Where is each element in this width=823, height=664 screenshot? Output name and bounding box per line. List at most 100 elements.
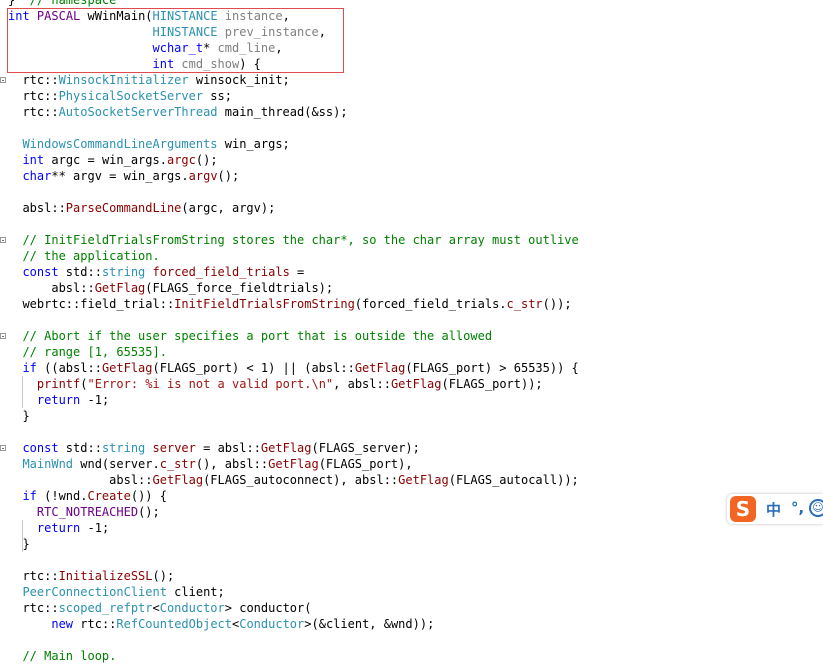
code-token: argv [188, 169, 218, 183]
code-line: rtc::WinsockInitializer winsock_init; [8, 72, 289, 88]
code-token: // namespace [29, 0, 117, 7]
code-line: const std::string server = absl::GetFlag… [8, 440, 420, 456]
code-token: rtc:: [8, 105, 59, 119]
code-token: const [22, 265, 59, 279]
code-line: absl::ParseCommandLine(argc, argv); [8, 200, 275, 216]
code-token: InitFieldTrialsFromString [174, 297, 355, 311]
code-token: prev_instance [224, 25, 319, 39]
code-token: (FLAGS_server); [311, 441, 420, 455]
code-token: rtc:: [8, 601, 59, 615]
code-line: rtc::scoped_refptr<Conductor> conductor( [8, 600, 311, 616]
code-line: printf("Error: %i is not a valid port.\n… [8, 376, 543, 392]
code-token: > conductor( [224, 601, 312, 615]
fold-guide [22, 520, 23, 552]
code-token: string [101, 265, 146, 279]
code-token: wchar_t [152, 41, 204, 55]
code-token: (); [217, 169, 240, 183]
code-token: return [36, 521, 81, 535]
code-token: cmd_show [181, 57, 240, 71]
code-line: // Abort if the user specifies a port th… [8, 328, 492, 344]
code-token: (); [152, 569, 175, 583]
sogou-logo-icon[interactable]: S [730, 496, 756, 522]
code-token: rtc:: [8, 89, 59, 103]
code-token: ( [80, 377, 88, 391]
code-token: cmd_line [217, 41, 276, 55]
code-token: , [318, 25, 326, 39]
code-line: } [8, 536, 30, 552]
code-token: , [275, 41, 283, 55]
code-token: RefCountedObject [116, 617, 232, 631]
code-token: , absl:: [333, 377, 391, 391]
fold-toggle-icon[interactable] [0, 333, 6, 339]
code-token: printf [36, 377, 81, 391]
ime-toolbar[interactable]: S 中 °, ☺ [727, 494, 823, 524]
code-token: Conductor [239, 617, 305, 631]
code-token: win_args; [217, 137, 290, 151]
code-token: } [8, 537, 30, 551]
code-token: ((absl:: [36, 361, 102, 375]
code-token: (forced_field_trials. [354, 297, 507, 311]
code-token: InitializeSSL [58, 569, 153, 583]
code-token: (); [138, 505, 160, 519]
code-token: rtc:: [73, 617, 117, 631]
code-token: std:: [58, 265, 102, 279]
code-token: GetFlag [152, 473, 204, 487]
code-token: , [282, 9, 290, 23]
code-token: GetFlag [268, 457, 319, 471]
code-token: < [152, 601, 160, 615]
code-token: GetFlag [101, 361, 153, 375]
code-token: } [8, 409, 30, 423]
code-token: rtc:: [8, 73, 59, 87]
fold-guide [22, 376, 23, 408]
ime-language-mode[interactable]: 中 [766, 499, 781, 520]
code-token: "Error: %i is not a valid port.\n" [87, 377, 334, 391]
code-token: const [22, 441, 59, 455]
code-token: // the application. [22, 249, 160, 263]
code-token: forced_field_trials [152, 265, 290, 279]
code-token: RTC_NOTREACHED [36, 505, 139, 519]
code-token: Create [87, 489, 131, 503]
code-token: WinsockInitializer [58, 73, 189, 87]
code-token: * [203, 41, 218, 55]
code-token: webrtc::field_trial:: [8, 297, 175, 311]
code-token: MainWnd [22, 457, 74, 471]
code-token: (FLAGS_port) < 1) || (absl:: [152, 361, 355, 375]
code-token: argc [166, 153, 196, 167]
code-token: (FLAGS_autocall)); [448, 473, 579, 487]
code-line: if ((absl::GetFlag(FLAGS_port) < 1) || (… [8, 360, 578, 376]
fold-toggle-icon[interactable] [0, 77, 6, 83]
fold-toggle-icon[interactable] [0, 445, 6, 451]
code-token: int [152, 57, 175, 71]
code-token: GetFlag [94, 281, 146, 295]
code-token: -1; [80, 393, 110, 407]
code-line: return -1; [8, 392, 109, 408]
code-token: ParseCommandLine [65, 201, 182, 215]
code-editor[interactable]: } // namespace int PASCAL wWinMain(HINSTA… [0, 0, 823, 663]
code-token: } [8, 0, 30, 7]
code-line: new rtc::RefCountedObject<Conductor>(&cl… [8, 616, 434, 632]
code-token: // Abort if the user specifies a port th… [22, 329, 493, 343]
code-token: GetFlag [354, 361, 406, 375]
code-token: server [152, 441, 196, 455]
code-token: argc = win_args. [44, 153, 167, 167]
code-token: new [51, 617, 74, 631]
fold-toggle-icon[interactable] [0, 237, 6, 243]
ime-punctuation-mode[interactable]: °, [791, 499, 804, 517]
code-line: int cmd_show) { [8, 56, 261, 72]
ime-emoji-icon[interactable]: ☺ [809, 499, 823, 517]
code-token: wWinMain( [80, 9, 153, 23]
code-token: string [101, 441, 146, 455]
code-line: } // namespace [8, 0, 116, 8]
